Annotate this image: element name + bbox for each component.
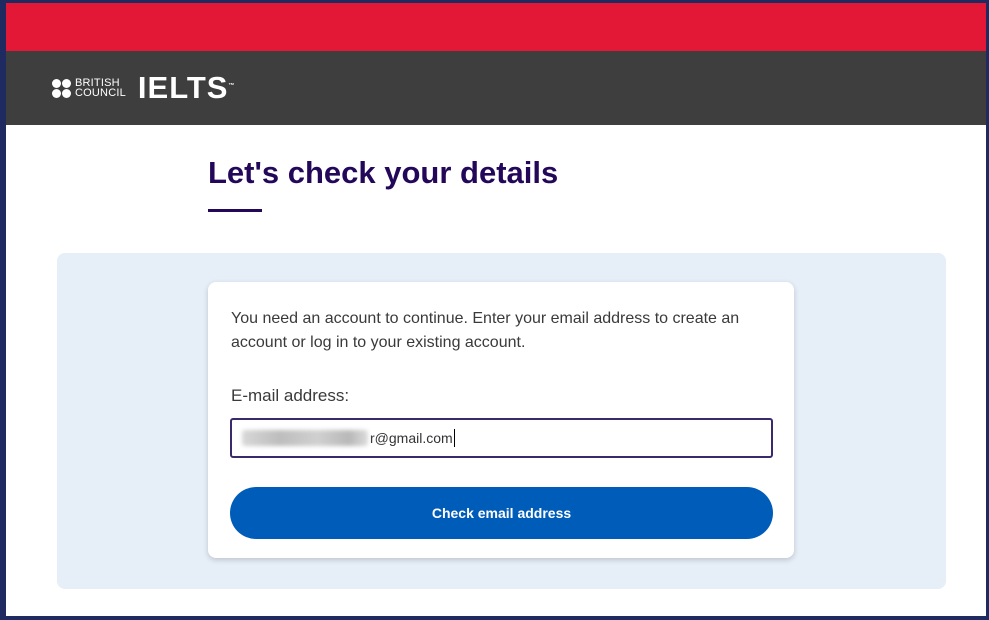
council-line-2: COUNCIL (75, 87, 126, 99)
ielts-wordmark: IELTS ™ (137, 70, 235, 105)
text-caret (453, 429, 455, 447)
email-input[interactable]: r@gmail.com (230, 418, 773, 458)
british-council-ielts-logo[interactable]: BRITISH COUNCIL IELTS ™ (52, 70, 235, 106)
email-label: E-mail address: (231, 386, 350, 405)
account-intro-text: You need an account to continue. Enter y… (231, 310, 740, 351)
title-underline (208, 209, 262, 212)
british-council-dots-icon (52, 78, 71, 98)
page-title: Let's check your details (208, 155, 559, 190)
email-input-value: r@gmail.com (370, 430, 453, 446)
site-header: BRITISH COUNCIL IELTS ™ (6, 51, 986, 125)
check-email-button[interactable]: Check email address (230, 487, 773, 539)
top-brand-bar (6, 3, 986, 51)
browser-viewport: BRITISH COUNCIL IELTS ™ Let's check your… (0, 0, 989, 620)
email-check-card: You need an account to continue. Enter y… (208, 282, 794, 558)
ielts-text: IELTS (137, 70, 229, 105)
trademark-symbol: ™ (228, 83, 236, 89)
british-council-wordmark: BRITISH COUNCIL (75, 78, 126, 99)
redacted-email-part (242, 430, 368, 446)
